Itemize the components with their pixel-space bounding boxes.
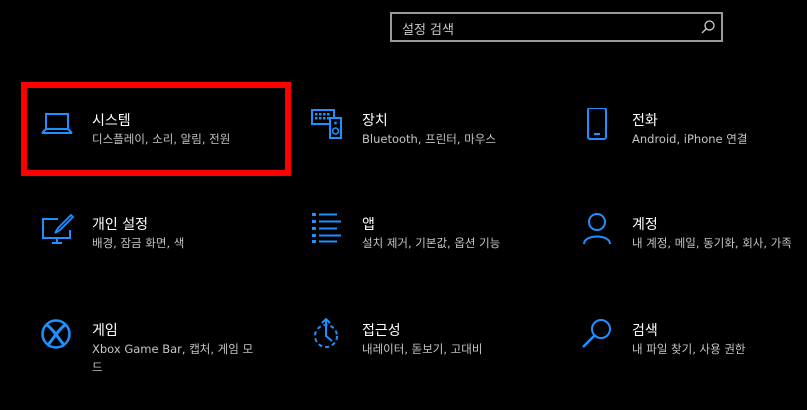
tile-description: 내 계정, 메일, 동기화, 회사, 가족 — [632, 236, 792, 250]
tile-apps[interactable]: 앱 설치 제거, 기본값, 옵션 기능 — [310, 212, 535, 282]
tile-title: 개인 설정 — [92, 217, 148, 233]
tile-title: 전화 — [632, 113, 658, 129]
tile-search[interactable]: 검색 내 파일 찾기, 사용 권한 — [580, 318, 805, 388]
personalization-icon — [40, 212, 74, 246]
tile-title: 계정 — [632, 217, 658, 233]
keyboard-speaker-icon — [310, 108, 344, 142]
tile-ease-of-access[interactable]: 접근성 내레이터, 돋보기, 고대비 — [310, 318, 535, 388]
tile-description: Bluetooth, 프린터, 마우스 — [362, 132, 496, 146]
tile-description: 설치 제거, 기본값, 옵션 기능 — [362, 236, 501, 250]
magnifier-icon — [580, 318, 614, 352]
tile-title: 장치 — [362, 113, 388, 129]
tile-gaming[interactable]: 게임 Xbox Game Bar, 캡처, 게임 모드 — [40, 318, 265, 388]
search-placeholder: 설정 검색 — [402, 23, 454, 38]
ease-of-access-icon — [310, 318, 344, 352]
tile-phone[interactable]: 전화 Android, iPhone 연결 — [580, 108, 805, 178]
tile-description: Xbox Game Bar, 캡처, 게임 모드 — [92, 342, 254, 374]
search-icon[interactable] — [699, 18, 717, 36]
tile-devices[interactable]: 장치 Bluetooth, 프린터, 마우스 — [310, 108, 535, 178]
tile-title: 접근성 — [362, 323, 401, 339]
person-icon — [580, 212, 614, 246]
tile-accounts[interactable]: 계정 내 계정, 메일, 동기화, 회사, 가족 — [580, 212, 805, 282]
tile-title: 게임 — [92, 323, 118, 339]
tile-description: Android, iPhone 연결 — [632, 132, 748, 146]
tile-description: 내레이터, 돋보기, 고대비 — [362, 342, 483, 356]
tile-personalization[interactable]: 개인 설정 배경, 잠금 화면, 색 — [40, 212, 265, 282]
phone-icon — [580, 108, 614, 142]
settings-home: 설정 검색 시스템 디스플레이, 소리, 알림, 전원 장치 Bluetooth… — [0, 0, 807, 410]
search-input[interactable]: 설정 검색 — [390, 12, 723, 42]
tile-title: 검색 — [632, 323, 658, 339]
tile-description: 내 파일 찾기, 사용 권한 — [632, 342, 746, 356]
apps-list-icon — [310, 212, 344, 246]
xbox-icon — [40, 318, 74, 352]
tile-description: 배경, 잠금 화면, 색 — [92, 236, 185, 250]
tile-title: 앱 — [362, 217, 375, 233]
highlight-box — [21, 82, 291, 176]
